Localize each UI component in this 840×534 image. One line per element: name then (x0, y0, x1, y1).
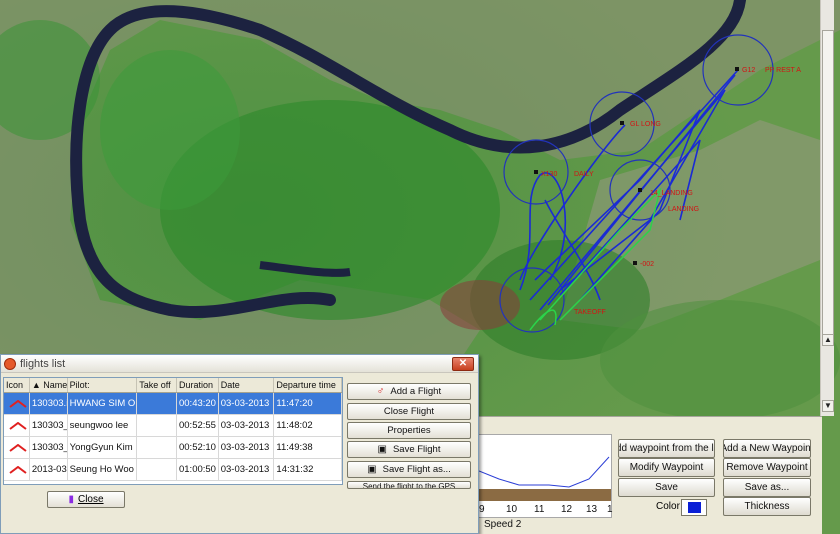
glider-icon (9, 466, 27, 474)
cell-pilot: HWANG SIM ON (68, 393, 138, 414)
cell-departure: 11:48:02 (274, 415, 342, 436)
cell-duration: 00:43:20 (177, 393, 219, 414)
graph-tick-9: 9 (479, 504, 485, 515)
map-label-daily: DAILY (574, 171, 594, 178)
col-departure[interactable]: Departure time (274, 378, 342, 392)
graph-tick-11: 11 (534, 504, 545, 515)
save-waypoints-button[interactable]: Save (618, 478, 715, 497)
col-duration[interactable]: Duration (177, 378, 219, 392)
cell-name: 130303_igc (30, 415, 68, 436)
glider-icon (9, 400, 27, 408)
table-header: Icon ▲ Name: Pilot: Take off Duration Da… (4, 378, 342, 393)
cell-date: 03-03-2013 (219, 393, 275, 414)
cell-takeoff (137, 459, 177, 480)
cell-name: 130303_yg (30, 437, 68, 458)
table-row[interactable]: 2013-03-03 Seung Ho Woo 01:00:50 03-03-2… (4, 459, 342, 481)
cell-pilot: YongGyun Kim (68, 437, 138, 458)
color-swatch-blue (687, 502, 701, 513)
close-door-icon: ▮ (68, 494, 74, 505)
cell-name: 130303.igc (30, 393, 68, 414)
scrollbar-thumb[interactable] (822, 30, 834, 346)
map-label-y002: -002 (640, 261, 654, 268)
remove-waypoint-button[interactable]: Remove Waypoint (723, 458, 811, 477)
close-flight-button[interactable]: Close Flight (347, 403, 471, 420)
modify-waypoint-button[interactable]: Modify Waypoint (618, 458, 715, 477)
scroll-down-arrow-icon[interactable]: ▼ (822, 400, 834, 412)
map-label-landing2: LANDING (668, 206, 699, 213)
graph-tick-12: 12 (561, 504, 573, 515)
cell-date: 03-03-2013 (219, 459, 275, 480)
color-picker[interactable] (681, 499, 707, 516)
thickness-button[interactable]: Thickness (723, 497, 811, 516)
graph-tick-1: 1 (607, 504, 613, 515)
cell-pilot: Seung Ho Woo (68, 459, 138, 480)
cell-duration: 00:52:10 (177, 437, 219, 458)
cell-duration: 00:52:55 (177, 415, 219, 436)
cell-name: 2013-03-03 (30, 459, 68, 480)
save-as-waypoints-button[interactable]: Save as... (723, 478, 811, 497)
floppy-disk-icon: ▣ (377, 444, 387, 455)
cell-departure: 14:31:32 (274, 459, 342, 480)
cell-takeoff (137, 437, 177, 458)
glider-icon (9, 444, 27, 452)
app-icon (4, 357, 16, 370)
cell-date: 03-03-2013 (219, 415, 275, 436)
floppy-disk-icon: ▣ (367, 464, 377, 475)
close-button[interactable]: ▮ Close (47, 491, 125, 508)
altitude-graph[interactable]: 9 10 11 12 13 1 (478, 434, 613, 518)
color-label: Color (656, 501, 680, 512)
dialog-title-bar[interactable]: flights list ✕ (1, 355, 478, 373)
flights-table[interactable]: Icon ▲ Name: Pilot: Take off Duration Da… (3, 377, 343, 485)
send-to-gps-button[interactable]: Send the flight to the GPS (347, 481, 471, 489)
table-row[interactable]: 130303.igc HWANG SIM ON 00:43:20 03-03-2… (4, 393, 342, 415)
graph-tick-13: 13 (586, 504, 598, 515)
map-label-x130: X130 (541, 171, 557, 178)
map-label-rest: PP REST A (765, 67, 801, 74)
col-icon[interactable]: Icon (4, 378, 30, 392)
properties-button[interactable]: Properties (347, 422, 471, 439)
graph-tick-10: 10 (506, 504, 518, 515)
add-flight-button[interactable]: ♂ Add a Flight (347, 383, 471, 400)
glider-icon (9, 422, 27, 430)
cell-duration: 01:00:50 (177, 459, 219, 480)
cell-departure: 11:47:20 (274, 393, 342, 414)
col-takeoff[interactable]: Take off (137, 378, 177, 392)
close-window-icon[interactable]: ✕ (452, 357, 474, 371)
table-row[interactable]: 130303_igc seungwoo lee 00:52:55 03-03-2… (4, 415, 342, 437)
save-flight-button[interactable]: ▣ Save Flight (347, 441, 471, 458)
col-name[interactable]: ▲ Name: (30, 378, 68, 392)
cell-pilot: seungwoo lee (68, 415, 138, 436)
save-flight-as-button[interactable]: ▣ Save Flight as... (347, 461, 471, 478)
cell-takeoff (137, 393, 177, 414)
map-label-sublabel: GL LONG (630, 121, 661, 128)
cell-departure: 11:49:38 (274, 437, 342, 458)
col-date[interactable]: Date (219, 378, 275, 392)
add-new-waypoint-button[interactable]: Add a New Waypoint (723, 439, 811, 458)
add-flight-icon: ♂ (376, 386, 385, 397)
flights-list-dialog: flights list ✕ Icon ▲ Name: Pilot: Take … (0, 354, 479, 534)
map-vertical-scrollbar[interactable]: ▲ ▼ (820, 0, 834, 416)
map-label-g12: G12 (742, 67, 755, 74)
map-label-takeoff: TAKEOFF (574, 309, 606, 316)
add-waypoint-from-list-button[interactable]: Add waypoint from the list (618, 439, 715, 458)
speed-status: Speed 2 (478, 518, 612, 534)
scroll-up-arrow-icon[interactable]: ▲ (822, 334, 834, 346)
dialog-title: flights list (20, 357, 66, 370)
cell-takeoff (137, 415, 177, 436)
table-row[interactable]: 130303_yg YongGyun Kim 00:52:10 03-03-20… (4, 437, 342, 459)
map-label-landing1: 14_LANDING (650, 190, 693, 197)
cell-date: 03-03-2013 (219, 437, 275, 458)
col-pilot[interactable]: Pilot: (68, 378, 138, 392)
